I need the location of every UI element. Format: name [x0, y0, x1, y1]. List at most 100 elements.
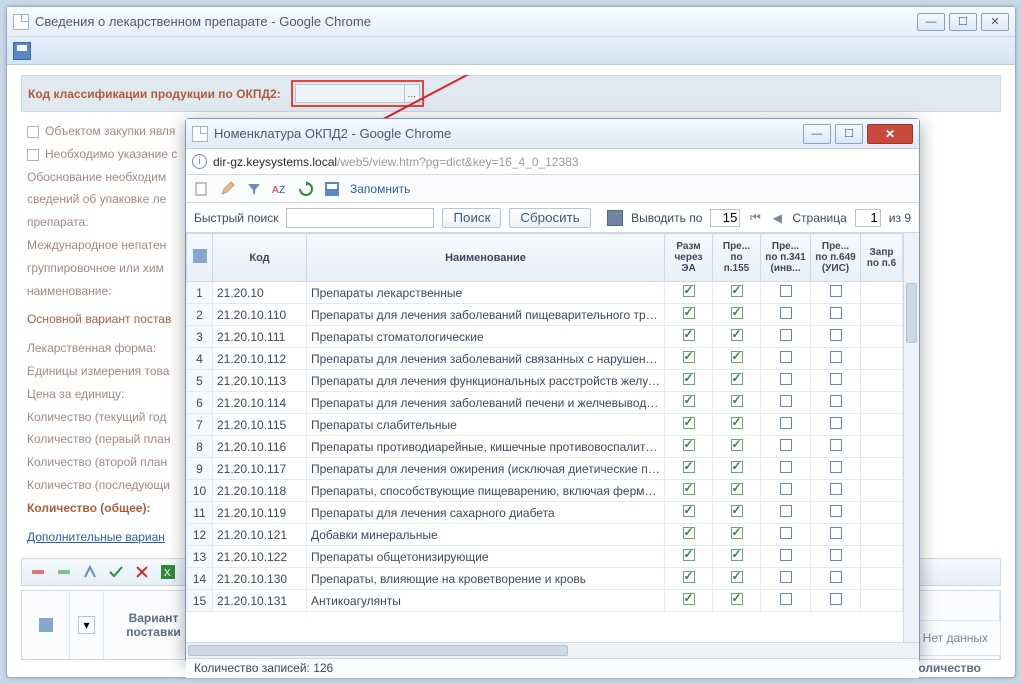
vertical-scrollbar[interactable] [903, 233, 919, 642]
cell-p155[interactable] [713, 436, 761, 458]
maximize-button[interactable]: ☐ [949, 13, 977, 31]
cell-ea[interactable] [665, 304, 713, 326]
table-row[interactable]: 1421.20.10.130Препараты, влияющие на кро… [187, 568, 919, 590]
cell-p155[interactable] [713, 304, 761, 326]
cell-zapr[interactable] [861, 392, 903, 414]
cell-p341[interactable] [761, 436, 811, 458]
cell-zapr[interactable] [861, 502, 903, 524]
cell-p649[interactable] [811, 326, 861, 348]
cell-ea[interactable] [665, 546, 713, 568]
column-header-ea[interactable]: Разм через ЭА [665, 234, 713, 282]
cell-zapr[interactable] [861, 304, 903, 326]
cell-p649[interactable] [811, 568, 861, 590]
table-row[interactable]: 1221.20.10.121Добавки минеральные [187, 524, 919, 546]
cell-zapr[interactable] [861, 370, 903, 392]
cell-ea[interactable] [665, 326, 713, 348]
cell-p155[interactable] [713, 458, 761, 480]
sort-az-icon[interactable]: AZ [272, 181, 288, 197]
minimize-button[interactable]: — [917, 13, 945, 31]
table-row[interactable]: 421.20.10.112Препараты для лечения забол… [187, 348, 919, 370]
excel-icon[interactable]: X [160, 564, 176, 580]
cell-p155[interactable] [713, 282, 761, 304]
table-row[interactable]: 1121.20.10.119Препараты для лечения саха… [187, 502, 919, 524]
search-input[interactable] [286, 208, 434, 228]
cell-ea[interactable] [665, 436, 713, 458]
cell-p341[interactable] [761, 524, 811, 546]
cell-p341[interactable] [761, 568, 811, 590]
minimize-button[interactable]: — [803, 124, 831, 144]
dropdown-icon[interactable]: ▾ [78, 616, 94, 634]
table-row[interactable]: 1321.20.10.122Препараты общетонизирующие [187, 546, 919, 568]
cell-p341[interactable] [761, 414, 811, 436]
cell-p649[interactable] [811, 458, 861, 480]
checkmark-icon[interactable] [108, 564, 124, 580]
cell-ea[interactable] [665, 480, 713, 502]
page-prev-button[interactable]: ◀ [770, 211, 784, 225]
new-icon[interactable] [194, 181, 210, 197]
cell-p649[interactable] [811, 414, 861, 436]
url[interactable]: dir-gz.keysystems.local/web5/view.htm?pg… [213, 155, 579, 169]
cell-p649[interactable] [811, 546, 861, 568]
cell-p155[interactable] [713, 568, 761, 590]
cell-p341[interactable] [761, 370, 811, 392]
column-header-zapr[interactable]: Запр по п.6 [861, 234, 903, 282]
cell-p155[interactable] [713, 326, 761, 348]
cell-p341[interactable] [761, 480, 811, 502]
table-row[interactable]: 1021.20.10.118Препараты, способствующие … [187, 480, 919, 502]
table-row[interactable]: 221.20.10.110Препараты для лечения забол… [187, 304, 919, 326]
okpd-lookup-button[interactable]: … [404, 84, 420, 103]
cell-p155[interactable] [713, 524, 761, 546]
cell-zapr[interactable] [861, 326, 903, 348]
cell-p341[interactable] [761, 502, 811, 524]
cell-p341[interactable] [761, 546, 811, 568]
cell-p341[interactable] [761, 348, 811, 370]
cell-p649[interactable] [811, 392, 861, 414]
remember-link[interactable]: Запомнить [350, 182, 410, 196]
info-icon[interactable]: i [192, 154, 207, 169]
cell-zapr[interactable] [861, 436, 903, 458]
cell-ea[interactable] [665, 524, 713, 546]
cell-p341[interactable] [761, 392, 811, 414]
column-header-code[interactable]: Код [213, 234, 307, 282]
search-button[interactable]: Поиск [442, 208, 501, 228]
cell-p649[interactable] [811, 436, 861, 458]
horizontal-scrollbar[interactable] [186, 642, 919, 658]
cell-p155[interactable] [713, 370, 761, 392]
column-header-name[interactable]: Наименование [307, 234, 665, 282]
maximize-button[interactable]: ☐ [835, 124, 863, 144]
reset-button[interactable]: Сбросить [509, 208, 590, 228]
tree-expand-icon[interactable] [56, 564, 72, 580]
table-row[interactable]: 521.20.10.113Препараты для лечения функц… [187, 370, 919, 392]
cell-p341[interactable] [761, 590, 811, 612]
cell-zapr[interactable] [861, 590, 903, 612]
cell-p341[interactable] [761, 458, 811, 480]
cell-ea[interactable] [665, 502, 713, 524]
perpage-input[interactable] [710, 209, 740, 227]
cell-p155[interactable] [713, 480, 761, 502]
tree-collapse-icon[interactable] [30, 564, 46, 580]
cell-p649[interactable] [811, 304, 861, 326]
cell-ea[interactable] [665, 458, 713, 480]
cell-p649[interactable] [811, 370, 861, 392]
save-icon[interactable] [13, 42, 31, 60]
cell-zapr[interactable] [861, 568, 903, 590]
cell-p155[interactable] [713, 348, 761, 370]
filter-icon[interactable] [246, 181, 262, 197]
close-button[interactable]: ✕ [867, 124, 913, 144]
save-layout-icon[interactable] [324, 181, 340, 197]
table-row[interactable]: 1521.20.10.131Антикоагулянты [187, 590, 919, 612]
table-row[interactable]: 321.20.10.111Препараты стоматологические [187, 326, 919, 348]
okpd-input[interactable] [295, 84, 405, 103]
cell-p649[interactable] [811, 524, 861, 546]
cell-zapr[interactable] [861, 480, 903, 502]
cell-ea[interactable] [665, 282, 713, 304]
cell-p649[interactable] [811, 348, 861, 370]
page-input[interactable] [855, 209, 881, 227]
cell-p341[interactable] [761, 304, 811, 326]
cell-p155[interactable] [713, 502, 761, 524]
cell-ea[interactable] [665, 348, 713, 370]
cell-p649[interactable] [811, 282, 861, 304]
cell-zapr[interactable] [861, 282, 903, 304]
refresh-icon[interactable] [298, 181, 314, 197]
cell-p341[interactable] [761, 326, 811, 348]
